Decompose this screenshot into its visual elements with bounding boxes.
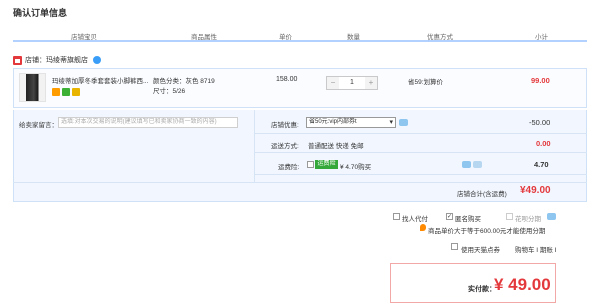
unit-price: 158.00 [276,76,298,83]
product-title[interactable]: 玛绫蒂加厚冬季套套装小脚裤西... [52,75,150,85]
promo-info-icon[interactable] [399,119,408,126]
insurance-badge: 运费险 [315,160,338,169]
proxy-pay-label: 找人代付 [402,216,428,223]
proxy-pay-checkbox[interactable] [393,213,400,220]
shop-name[interactable]: 玛绫蒂旗舰店 [46,55,88,65]
divider [254,110,255,182]
insurance-label: 运费险: [278,164,300,171]
huabei-note: 商品单价大于等于600.00元才能使用分期 [428,228,546,235]
insurance-help-icon[interactable] [473,161,482,168]
page-title: 确认订单信息 [13,8,68,18]
divider [254,152,587,153]
quantity-input[interactable]: 1 [339,77,365,89]
shop-label: 店铺： [25,57,46,64]
column-header: 店铺宝贝 商品属性 单价 数量 优惠方式 小计 [13,28,587,42]
product-thumbnail[interactable] [19,73,46,102]
tmall-points-label: 使用天猫点券 [461,247,500,254]
col-price: 单价 [279,34,292,41]
divider [254,174,587,175]
divider [13,182,587,183]
divider [254,133,587,134]
shipping-method: 普通配送 快递 免邮 [308,143,364,150]
insurance-amount: 4.70 [534,160,549,169]
location-pin-icon [420,224,426,231]
huabei-label: 花呗分期 [515,216,541,223]
anonymous-label: 匿名购买 [455,216,481,223]
col-discount: 优惠方式 [427,34,453,41]
shop-icon [13,55,22,65]
guarantee-icon [62,88,70,96]
final-label: 实付款： [468,286,496,293]
shop-total-value: ¥49.00 [520,185,551,196]
shipping-amount: 0.00 [536,139,551,148]
message-label: 给卖家留言： [19,122,58,129]
product-size: 尺寸：5/26 [153,88,186,95]
invoice-icon [72,88,80,96]
huabei-checkbox[interactable] [506,213,513,220]
huabei-info-icon[interactable] [547,213,556,220]
decrease-button[interactable]: − [327,77,339,89]
tmall-points-checkbox[interactable] [451,243,458,250]
item-subtotal: 99.00 [531,76,550,85]
cart-link[interactable]: 购物车 I 期账 I [515,244,557,254]
seven-day-return-icon [52,88,60,96]
col-attributes: 商品属性 [191,34,217,41]
product-color: 颜色分类：灰色 8719 [153,78,215,85]
shipping-label: 运送方式: [271,143,299,150]
shop-total-label: 店铺合计(含运费) [457,191,507,198]
increase-button[interactable]: + [365,77,377,89]
quantity-stepper: − 1 + [326,76,378,90]
shop-promo-label: 店铺优惠: [271,122,299,129]
insurance-text: ¥ 4.70购买 [340,164,372,171]
col-quantity: 数量 [347,34,360,41]
shop-header: 店铺： 玛绫蒂旗舰店 [13,55,101,65]
item-discount: 省59:划算价 [408,79,444,86]
message-input[interactable]: 选填:对本次交易的说明(建议填写已和卖家协商一致的内容) [58,117,238,128]
col-subtotal: 小计 [535,34,548,41]
shop-promo-amount: -50.00 [529,118,551,127]
insurance-info-icon[interactable] [462,161,471,168]
order-item-row [13,68,587,108]
anonymous-checkbox[interactable] [446,213,453,220]
wangwang-icon[interactable] [93,56,101,64]
insurance-checkbox[interactable] [307,161,314,168]
shop-promo-select[interactable]: 省50元:vip内部券t [306,117,396,128]
col-shop-items: 店铺宝贝 [71,34,97,41]
final-amount: ¥ 49.00 [494,275,551,294]
